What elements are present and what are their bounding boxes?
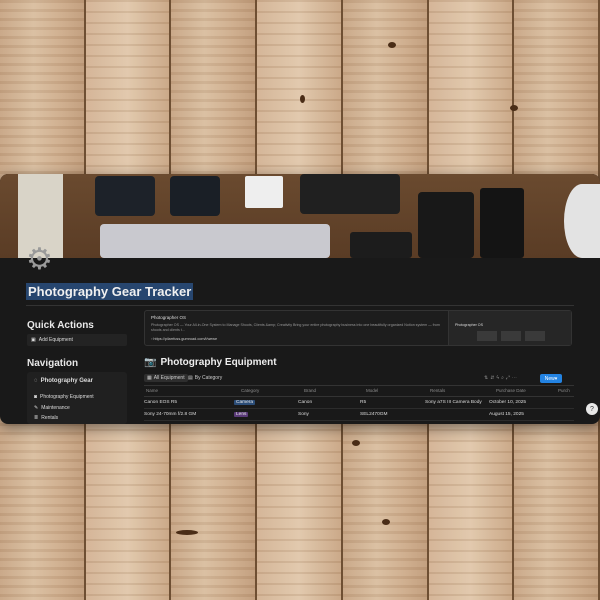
list-icon: ≣ [34, 415, 39, 421]
cell-purchase-date[interactable]: October 10, 2025 [489, 400, 526, 405]
bookmark-thumbnail: Photographer OS [448, 311, 571, 345]
cell-purchase-date[interactable]: August 15, 2025 [489, 412, 524, 417]
bookmark-title: Photographer OS [151, 315, 187, 320]
bookmark-url-text: https://pilarrfuss.gumroad.com/l/wewe [153, 337, 218, 341]
table-header: Name Category Brand Model Rentals Purcha… [144, 385, 574, 397]
wood-knot [382, 519, 390, 525]
column-header[interactable]: Rentals [430, 388, 445, 393]
table-row[interactable]: Canon EOS R5 Camera Canon R5 Sony a7S II… [144, 397, 574, 409]
thumbnail-title: Photographer OS [455, 323, 483, 327]
wrench-icon: ✎ [34, 405, 39, 411]
bookmark-url[interactable]: ▫ https://pilarrfuss.gumroad.com/l/wewe [151, 337, 217, 341]
database-title[interactable]: 📷 Photography Equipment [144, 357, 277, 368]
nav-item-label: Rentals [41, 415, 59, 421]
aperture-icon: ◌ [34, 378, 38, 384]
cell-name[interactable]: Sony 24-70mm f/2.8 GM [144, 412, 196, 417]
nav-item-photography-equipment[interactable]: ◙ Photography Equipment [34, 394, 94, 400]
column-header[interactable]: Model [366, 388, 378, 393]
column-header[interactable]: Brand [304, 388, 316, 393]
navigation-heading: Navigation [27, 358, 79, 369]
cover-image [0, 174, 600, 258]
nav-item-label: Photography Equipment [40, 394, 94, 400]
tab-label: By Category [194, 375, 223, 381]
gear-icon: ⚙ [26, 243, 53, 276]
bookmark-description: Photographer OS — Your All-in-One System… [151, 323, 440, 332]
cell-name[interactable]: Canon EOS R5 [144, 400, 177, 405]
new-button-label: New [544, 375, 555, 382]
column-header[interactable]: Purch [558, 388, 570, 393]
wood-knot [176, 530, 198, 535]
board-icon: ▤ [188, 375, 193, 381]
tab-all-equipment[interactable]: ▦ All Equipment [144, 374, 188, 382]
cell-model[interactable]: R5 [360, 400, 366, 405]
table-row[interactable]: Sony 24-70mm f/2.8 GM Lens Sony SEL2470G… [144, 409, 574, 421]
cell-brand[interactable]: Canon [298, 400, 312, 405]
nav-item-maintenance[interactable]: ✎ Maintenance [34, 405, 70, 411]
chevron-down-icon: ▾ [554, 375, 558, 382]
more-icon[interactable]: ⋯ [512, 375, 519, 381]
column-header[interactable]: Category [241, 388, 259, 393]
page-title[interactable]: Photography Gear Tracker [26, 283, 194, 300]
camera-icon: ◙ [34, 394, 38, 400]
new-button[interactable]: New ▾ [540, 374, 562, 383]
column-header[interactable]: Name [146, 388, 158, 393]
add-equipment-label: Add Equipment [38, 337, 73, 343]
quick-actions-heading: Quick Actions [27, 320, 94, 331]
wood-knot [388, 42, 396, 48]
category-tag[interactable]: Lens [234, 412, 249, 417]
tab-by-category[interactable]: ▤ By Category [185, 374, 225, 382]
thumbnail-block [477, 331, 497, 341]
help-button[interactable]: ? [586, 403, 598, 415]
plus-box-icon: ▣ [31, 337, 36, 343]
nav-item-rentals[interactable]: ≣ Rentals [34, 415, 58, 421]
divider [26, 305, 574, 306]
nav-section-label: Photography Gear [40, 378, 93, 384]
nav-section-photography-gear[interactable]: ◌ Photography Gear [34, 378, 93, 384]
camera-icon: 📷 [144, 357, 157, 368]
column-header[interactable]: Purchase Date [496, 388, 526, 393]
thumbnail-block [501, 331, 521, 341]
wood-knot [510, 105, 518, 111]
bookmark-card[interactable]: Photographer OS Photographer OS — Your A… [144, 310, 572, 346]
cell-rentals[interactable]: Sony a7S III Camera Body [425, 400, 482, 405]
nav-item-label: Maintenance [41, 405, 70, 411]
tab-label: All Equipment [153, 375, 185, 381]
database-toolbar: ⇅⇵ϟ⌕⤢⋯ [484, 375, 519, 381]
cell-model[interactable]: SEL2470GM [360, 412, 387, 417]
add-equipment-button[interactable]: ▣ Add Equipment [27, 334, 127, 346]
table-icon: ▦ [147, 375, 152, 381]
category-tag[interactable]: Camera [234, 400, 256, 405]
notion-window: ⚙ Photography Gear Tracker Quick Actions… [0, 174, 600, 424]
wood-knot [300, 95, 305, 103]
wood-knot [352, 440, 360, 446]
database-title-text: Photography Equipment [160, 357, 277, 368]
thumbnail-block [525, 331, 545, 341]
cell-brand[interactable]: Sony [298, 412, 309, 417]
